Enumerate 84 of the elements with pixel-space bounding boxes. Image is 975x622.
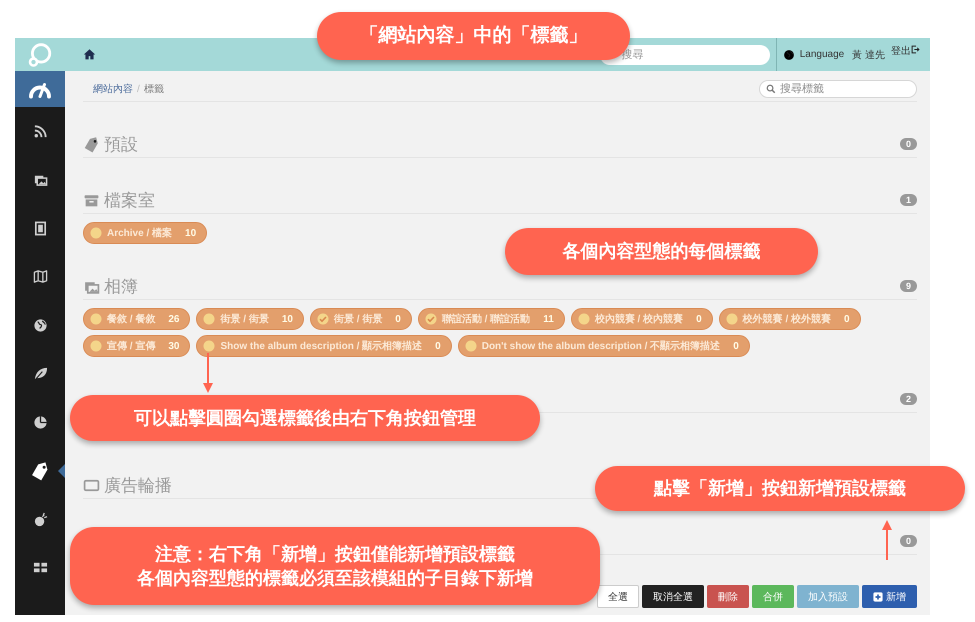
tag-label: Show the album description / 顯示相簿描述 xyxy=(220,340,422,353)
rss-icon xyxy=(32,124,48,139)
checkbox-circle[interactable] xyxy=(424,313,437,325)
user-name[interactable]: 黃 達先 xyxy=(852,48,885,62)
logo-icon xyxy=(27,42,53,68)
tag-chip[interactable]: 宣傳 / 宣傳 30 xyxy=(83,335,190,357)
tag-label: 餐敘 / 餐敘 xyxy=(107,312,156,326)
section-title: 廣告輪播 xyxy=(104,474,172,496)
tag-chip[interactable]: Archive / 檔案 10 xyxy=(83,222,208,244)
leaf-icon xyxy=(32,366,48,382)
globe-icon xyxy=(32,318,48,333)
breadcrumb-item[interactable]: 網站內容 xyxy=(93,82,133,96)
callout-arrow xyxy=(202,353,214,393)
tag-chip[interactable]: Show the album description / 顯示相簿描述 0 xyxy=(196,335,452,357)
tag-count: 26 xyxy=(168,314,180,324)
merge-button[interactable]: 合併 xyxy=(752,585,794,608)
tag-chip[interactable]: 聯誼活動 / 聯誼活動 11 xyxy=(418,308,565,330)
tag-count: 0 xyxy=(395,314,401,324)
tag-label: 聯誼活動 / 聯誼活動 xyxy=(442,312,530,326)
count-badge: 2 xyxy=(900,393,917,405)
tag-count: 0 xyxy=(696,314,702,324)
tag-icon xyxy=(30,460,50,481)
tag-count: 0 xyxy=(844,314,850,324)
callout-text: 可以點擊圓圈勾選標籤後由右下角按鈕管理 xyxy=(134,406,476,430)
checkbox-circle[interactable] xyxy=(578,313,590,325)
tag-label: 校外競賽 / 校外競賽 xyxy=(742,312,832,326)
tag-label: 街景 / 街景 xyxy=(334,312,382,326)
tag-count: 0 xyxy=(435,340,441,352)
tag-count: 10 xyxy=(282,314,293,324)
tag-label: 宣傳 / 宣傳 xyxy=(107,339,156,353)
tag-search-field[interactable]: 搜尋標籤 xyxy=(759,80,917,98)
checkbox-circle[interactable] xyxy=(316,313,329,325)
callout-text: 各個內容型態的標籤必須至該模組的子目錄下新增 xyxy=(137,567,533,590)
deselect-button[interactable]: 取消全選 xyxy=(642,585,704,608)
checkbox-circle[interactable] xyxy=(726,313,738,325)
globe-icon[interactable] xyxy=(782,48,795,60)
checkbox-circle[interactable] xyxy=(203,340,216,352)
tag-chip[interactable]: Don't show the album description / 不顯示相簿描述 0 xyxy=(458,335,750,357)
checkbox-circle[interactable] xyxy=(90,313,102,325)
home-icon[interactable] xyxy=(83,48,96,61)
checkbox-circle[interactable] xyxy=(90,227,102,239)
tag-count: 30 xyxy=(168,340,180,352)
tag-chip[interactable]: 餐敘 / 餐敘 26 xyxy=(83,308,190,330)
tag-label: 街景 / 街景 xyxy=(220,312,269,326)
tag-chip[interactable]: 校外競賽 / 校外競賽 0 xyxy=(718,308,861,330)
bomb-icon xyxy=(32,512,48,527)
checkbox-circle[interactable] xyxy=(90,340,102,352)
tag-chip[interactable]: 街景 / 街景 0 xyxy=(310,308,412,330)
breadcrumb-separator: / xyxy=(137,84,140,94)
plus-icon xyxy=(873,592,883,602)
tag-chip[interactable]: 校內競賽 / 校內競賽 0 xyxy=(570,308,713,330)
section-title: 預設 xyxy=(104,134,138,156)
section-title: 檔案室 xyxy=(104,190,155,212)
map-icon xyxy=(32,269,48,284)
callout-text: 各個內容型態的每個標籤 xyxy=(562,240,760,264)
search-icon xyxy=(766,84,776,94)
callout-text: 「網站內容」中的「標籤」 xyxy=(360,24,588,48)
select-all-button[interactable]: 全選 xyxy=(597,585,639,608)
tag-label: Don't show the album description / 不顯示相簿描述 xyxy=(482,340,720,353)
tag-count: 11 xyxy=(543,314,554,324)
add-default-button[interactable]: 加入預設 xyxy=(797,585,859,608)
book-icon xyxy=(32,220,48,236)
pie-icon xyxy=(32,414,48,430)
language-link[interactable]: Language xyxy=(800,49,844,60)
checkbox-circle[interactable] xyxy=(464,340,477,352)
callout-text: 點擊「新增」按鈕新增預設標籤 xyxy=(654,477,906,500)
tag-icon xyxy=(83,136,100,152)
count-badge: 0 xyxy=(900,138,917,150)
section-title: 相簿 xyxy=(104,276,138,298)
count-badge: 0 xyxy=(900,535,917,547)
new-button[interactable]: 新增 xyxy=(862,585,917,608)
logout-link[interactable]: 登出 xyxy=(891,44,911,58)
tag-count: 10 xyxy=(185,228,196,238)
breadcrumb-item: 標籤 xyxy=(144,82,164,96)
logout-icon[interactable] xyxy=(911,45,920,54)
delete-button[interactable]: 刪除 xyxy=(707,585,749,608)
checkbox-circle[interactable] xyxy=(203,313,216,325)
count-badge: 1 xyxy=(900,194,917,206)
tag-count: 0 xyxy=(733,340,739,352)
count-badge: 9 xyxy=(900,280,917,292)
tag-chip[interactable]: 街景 / 街景 10 xyxy=(196,308,304,330)
callout-text: 注意：右下角「新增」按鈕僅能新增預設標籤 xyxy=(155,542,515,566)
tag-label: 校內競賽 / 校內競賽 xyxy=(594,312,684,326)
tag-label: Archive / 檔案 xyxy=(107,226,172,240)
